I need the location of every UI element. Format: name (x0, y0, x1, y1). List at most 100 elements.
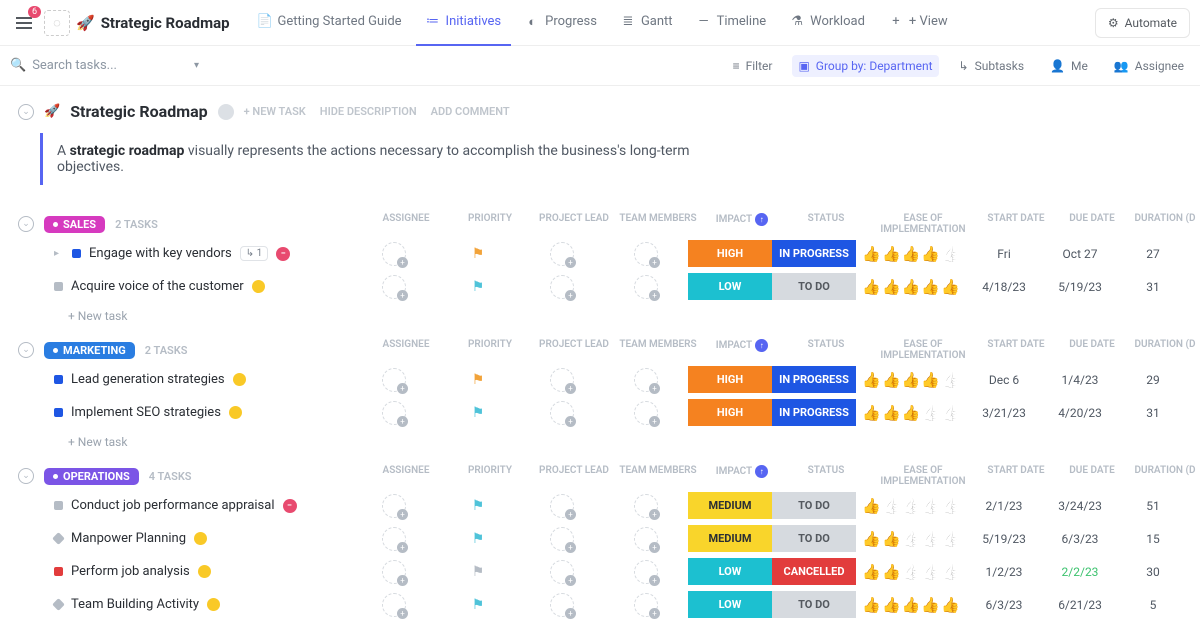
priority-cell[interactable]: ⚑ (436, 522, 520, 555)
assignee-button[interactable]: 👥Assignee (1108, 55, 1190, 77)
tag-icon[interactable] (207, 598, 220, 611)
duration-cell[interactable]: 30 (1118, 555, 1188, 588)
team-members-cell[interactable] (604, 270, 688, 303)
duration-cell[interactable]: 15 (1118, 522, 1188, 555)
project-lead-cell[interactable] (520, 522, 604, 555)
tag-icon[interactable] (229, 406, 242, 419)
start-date-cell[interactable]: 4/18/23 (966, 270, 1042, 303)
col-impact[interactable]: IMPACT↑ (700, 465, 784, 487)
status-cell[interactable]: TO DO (772, 522, 856, 555)
ease-cell[interactable]: 👍👍👍👍👍 (856, 237, 966, 270)
col-ease[interactable]: EASE OF IMPLEMENTATION (868, 465, 978, 487)
ease-rating[interactable]: 👍👍👍👍👍 (862, 530, 959, 548)
status-cell[interactable]: TO DO (772, 270, 856, 303)
ease-rating[interactable]: 👍👍👍👍👍 (862, 278, 959, 296)
tab-initiatives[interactable]: ≔Initiatives (416, 0, 512, 46)
ease-cell[interactable]: 👍👍👍👍👍 (856, 555, 966, 588)
duration-cell[interactable]: 31 (1118, 270, 1188, 303)
duration-cell[interactable]: 5 (1118, 588, 1188, 621)
col-team-members[interactable]: TEAM MEMBERS (616, 213, 700, 235)
ease-cell[interactable]: 👍👍👍👍👍 (856, 489, 966, 522)
team-members-cell[interactable] (604, 522, 688, 555)
impact-cell[interactable]: MEDIUM (688, 522, 772, 555)
start-date-cell[interactable]: 2/1/23 (966, 489, 1042, 522)
assignee-cell[interactable] (352, 237, 436, 270)
ease-rating[interactable]: 👍👍👍👍👍 (862, 563, 959, 581)
col-priority[interactable]: PRIORITY (448, 213, 532, 235)
impact-cell[interactable]: HIGH (688, 363, 772, 396)
assignee-cell[interactable] (352, 522, 436, 555)
col-start-date[interactable]: START DATE (978, 339, 1054, 361)
space-avatar[interactable]: ◌ (44, 10, 70, 36)
status-cell[interactable]: IN PROGRESS (772, 237, 856, 270)
project-lead-cell[interactable] (520, 555, 604, 588)
status-cell[interactable]: TO DO (772, 588, 856, 621)
duration-cell[interactable]: 31 (1118, 396, 1188, 429)
start-date-cell[interactable]: Fri (966, 237, 1042, 270)
col-ease[interactable]: EASE OF IMPLEMENTATION (868, 213, 978, 235)
assignee-cell[interactable] (352, 396, 436, 429)
tab--view[interactable]: ++ View (879, 0, 958, 46)
task-row[interactable]: Acquire voice of the customer ⚑ LOW TO D… (18, 270, 1200, 303)
description[interactable]: A strategic roadmap visually represents … (40, 133, 740, 185)
col-due-date[interactable]: DUE DATE (1054, 213, 1130, 235)
col-project-lead[interactable]: PROJECT LEAD (532, 339, 616, 361)
ease-cell[interactable]: 👍👍👍👍👍 (856, 522, 966, 555)
project-lead-cell[interactable] (520, 489, 604, 522)
status-square-icon[interactable] (54, 567, 63, 576)
col-duration[interactable]: DURATION (D (1130, 339, 1200, 361)
collapse-group-icon[interactable]: ⌄ (18, 216, 34, 232)
col-status[interactable]: STATUS (784, 213, 868, 235)
due-date-cell[interactable]: 6/3/23 (1042, 522, 1118, 555)
status-square-icon[interactable] (54, 375, 63, 384)
task-title-area[interactable]: Acquire voice of the customer (18, 279, 352, 294)
col-priority[interactable]: PRIORITY (448, 465, 532, 487)
col-priority[interactable]: PRIORITY (448, 339, 532, 361)
col-impact[interactable]: IMPACT↑ (700, 213, 784, 235)
status-square-icon[interactable] (52, 532, 65, 545)
tag-icon[interactable] (198, 565, 211, 578)
collapse-header-icon[interactable]: ⌄ (18, 104, 34, 120)
due-date-cell[interactable]: 1/4/23 (1042, 363, 1118, 396)
group-chip[interactable]: MARKETING (44, 342, 135, 359)
tag-icon[interactable] (233, 373, 246, 386)
ease-cell[interactable]: 👍👍👍👍👍 (856, 270, 966, 303)
subtask-count[interactable]: ↳ 1 (240, 246, 268, 261)
col-start-date[interactable]: START DATE (978, 465, 1054, 487)
search-caret-icon[interactable]: ▾ (194, 60, 199, 71)
project-lead-cell[interactable] (520, 396, 604, 429)
automate-button[interactable]: ⚙ Automate (1095, 8, 1190, 38)
col-project-lead[interactable]: PROJECT LEAD (532, 213, 616, 235)
assignee-cell[interactable] (352, 555, 436, 588)
task-title-area[interactable]: Team Building Activity (18, 597, 352, 612)
collapse-group-icon[interactable]: ⌄ (18, 342, 34, 358)
task-row[interactable]: Lead generation strategies ⚑ HIGH IN PRO… (18, 363, 1200, 396)
col-team-members[interactable]: TEAM MEMBERS (616, 339, 700, 361)
group-chip[interactable]: SALES (44, 216, 105, 233)
task-title-area[interactable]: Perform job analysis (18, 564, 352, 579)
priority-cell[interactable]: ⚑ (436, 489, 520, 522)
blocked-icon[interactable]: − (283, 499, 297, 513)
tab-getting-started-guide[interactable]: 📄Getting Started Guide (248, 0, 412, 46)
breadcrumb[interactable]: 🚀 Strategic Roadmap (76, 14, 230, 32)
task-row[interactable]: Manpower Planning ⚑ MEDIUM TO DO 👍👍👍👍👍 5… (18, 522, 1200, 555)
new-task-button[interactable]: + New task (18, 303, 1200, 325)
expand-icon[interactable]: ▸ (54, 248, 64, 259)
status-cell[interactable]: IN PROGRESS (772, 396, 856, 429)
tab-timeline[interactable]: —Timeline (687, 0, 777, 46)
col-project-lead[interactable]: PROJECT LEAD (532, 465, 616, 487)
group-chip[interactable]: OPERATIONS (44, 468, 139, 485)
col-assignee[interactable]: ASSIGNEE (364, 339, 448, 361)
status-cell[interactable]: CANCELLED (772, 555, 856, 588)
priority-cell[interactable]: ⚑ (436, 237, 520, 270)
task-title-area[interactable]: Lead generation strategies (18, 372, 352, 387)
due-date-cell[interactable]: 4/20/23 (1042, 396, 1118, 429)
due-date-cell[interactable]: Oct 27 (1042, 237, 1118, 270)
assignee-cell[interactable] (352, 588, 436, 621)
impact-cell[interactable]: HIGH (688, 396, 772, 429)
col-status[interactable]: STATUS (784, 339, 868, 361)
ease-rating[interactable]: 👍👍👍👍👍 (862, 245, 959, 263)
ease-rating[interactable]: 👍👍👍👍👍 (862, 497, 959, 515)
filter-button[interactable]: ≡Filter (727, 55, 779, 77)
col-duration[interactable]: DURATION (D (1130, 465, 1200, 487)
